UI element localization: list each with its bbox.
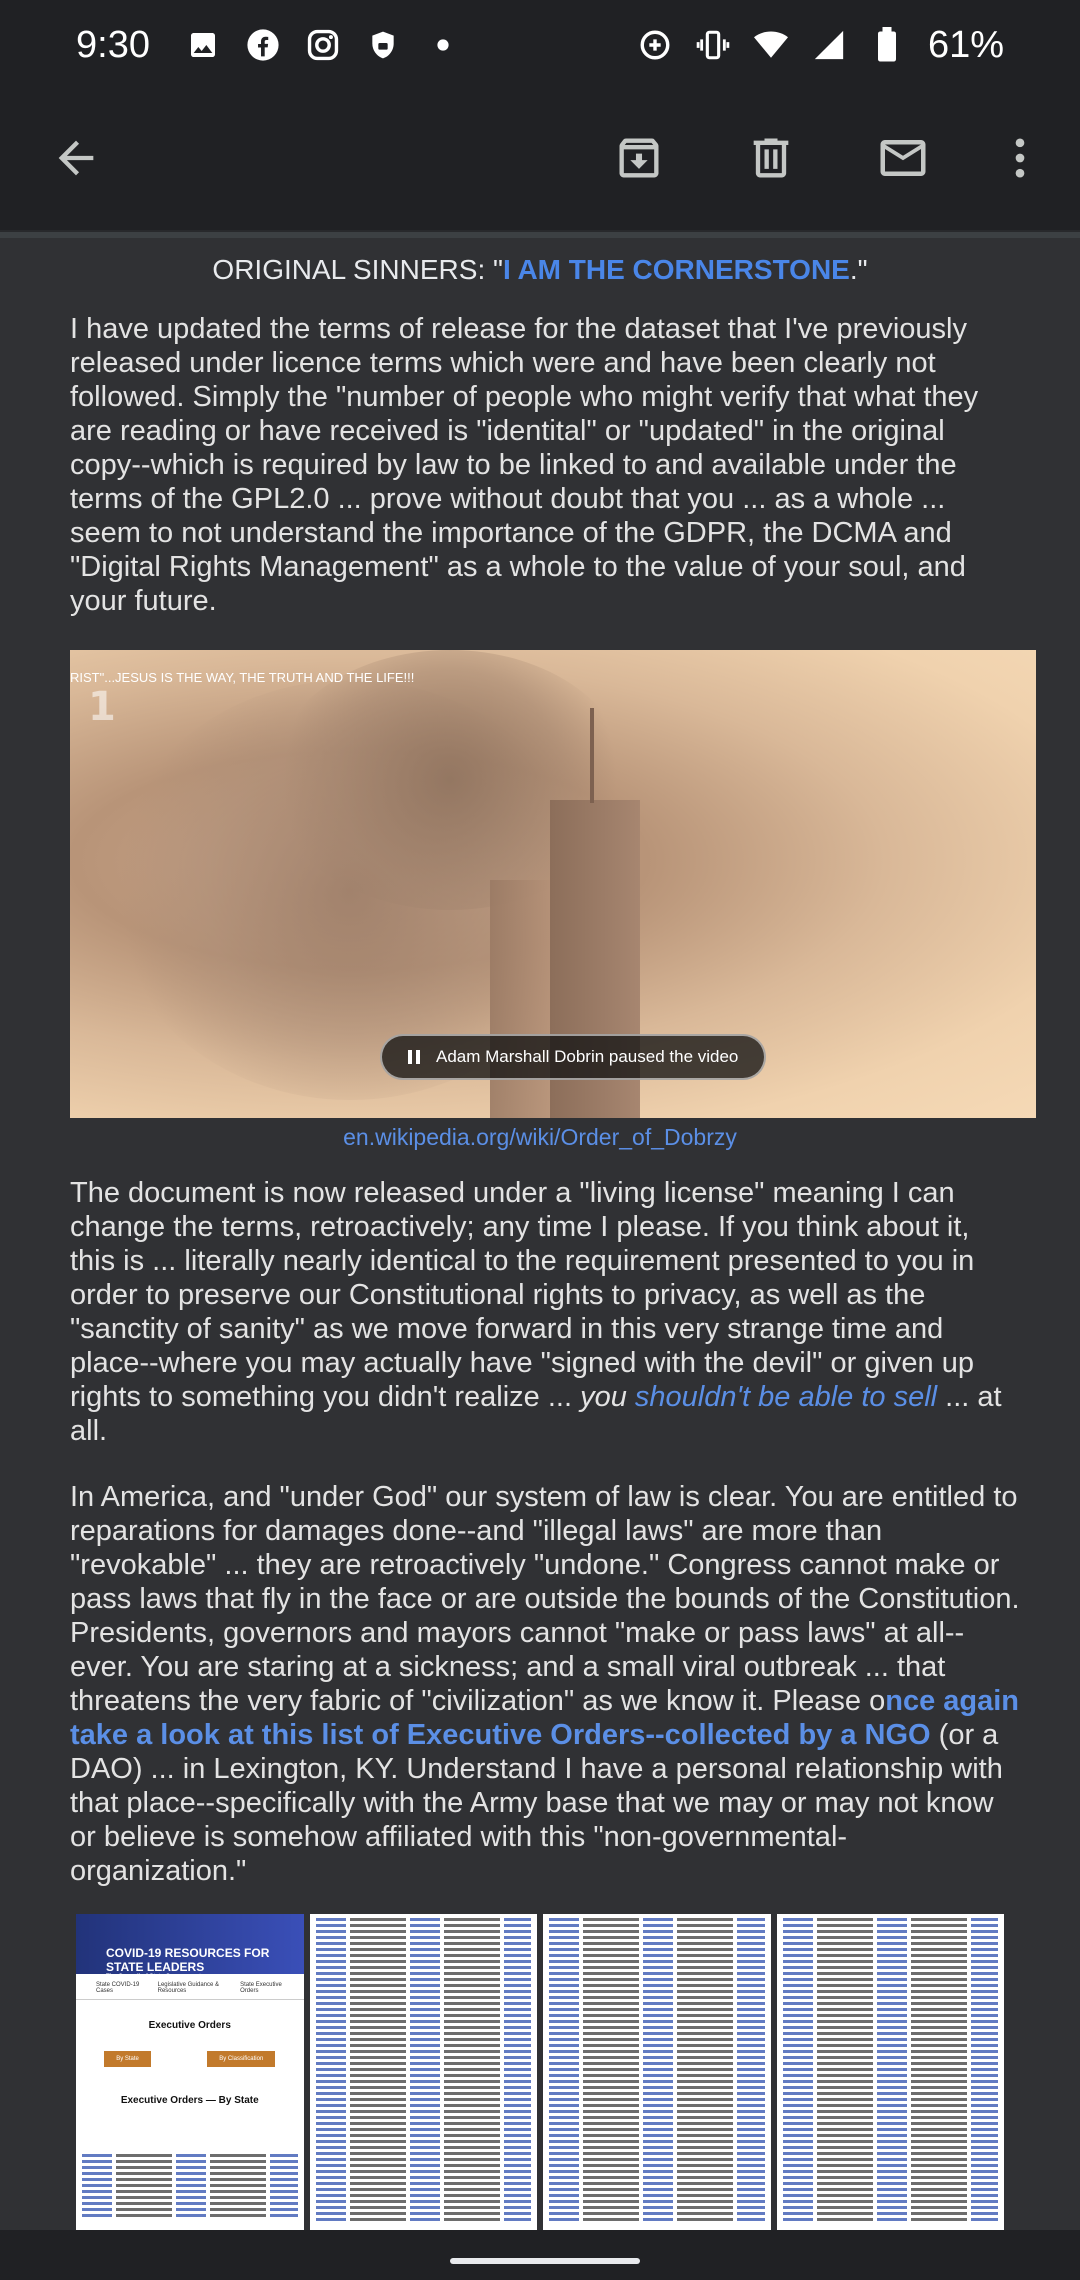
thumbnail-by-classification-button: By Classification [207,2051,276,2067]
thumbnail-nav-item: Legislative Guidance & Resources [157,1982,219,1994]
video-frame-antenna [590,708,594,803]
quote-line: ORIGINAL SINNERS: "I AM THE CORNERSTONE.… [0,254,1080,286]
thumbnail-text-lines [782,1918,998,2224]
thumbnail-order-list-1[interactable] [309,1914,537,2230]
thumbnail-by-state-button: By State [104,2051,151,2067]
paragraph-living-license: The document is now released under a "li… [70,1176,1020,1448]
video-paused-text: Adam Marshall Dobrin paused the video [436,1047,739,1066]
vibrate-icon [696,28,730,62]
thumbnail-text-lines [315,1918,531,2224]
image-icon [186,28,220,62]
pause-icon [408,1050,420,1064]
thumbnail-title: Executive Orders [148,2020,231,2031]
quote-highlight: I AM THE CORNERSTONE [502,254,850,285]
back-arrow-icon [50,132,102,189]
instagram-icon [306,28,340,62]
wikipedia-link[interactable]: en.wikipedia.org/wiki/Order_of_Dobrzy [0,1124,1080,1151]
status-time: 9:30 [76,23,150,66]
data-saver-icon [638,28,672,62]
app-bar [0,90,1080,230]
paragraph-license: I have updated the terms of release for … [70,313,979,617]
thumbnail-order-list-2[interactable] [543,1914,771,2230]
archive-button[interactable] [597,118,681,202]
dot-icon [426,28,460,62]
home-gesture-handle[interactable] [450,2258,640,2264]
thumbnail-header-title: COVID-19 RESOURCES FOR STATE LEADERS [106,1946,270,1974]
quote-prefix: ORIGINAL SINNERS: " [212,254,503,285]
wifi-icon [753,28,788,62]
status-bar: 9:30 61% [0,0,1080,90]
more-options-button[interactable] [978,118,1062,202]
back-button[interactable] [34,118,118,202]
email-body: ORIGINAL SINNERS: "I AM THE CORNERSTONE.… [0,238,1080,2230]
thumbnail-text-lines [82,2154,298,2220]
video-player[interactable]: RIST"...JESUS IS THE WAY, THE TRUTH AND … [70,650,1036,1118]
battery-percentage: 61% [927,23,1004,66]
more-vert-icon [994,132,1046,189]
vpn-lock-icon [366,28,400,62]
video-channel-logo: 1 [88,684,116,730]
para3-text-a: In America, and "under God" our system o… [70,1481,1020,1717]
thumbnail-header: COVID-19 RESOURCES FOR STATE LEADERS The… [76,1914,304,1980]
thumbnail-buttons: By State By Classification [76,2051,304,2067]
para2-emphasis: you [580,1381,627,1413]
mark-unread-icon [876,131,930,190]
delete-icon [745,132,797,189]
paragraph-america-law: In America, and "under God" our system o… [70,1480,1020,1888]
thumbnail-section-title: Executive Orders — By State [120,2095,259,2106]
shouldnt-sell-link[interactable]: shouldn't be able to sell [635,1381,937,1413]
thumbnail-text-lines [549,1918,765,2224]
archive-icon [613,132,665,189]
image-thumbnails: COVID-19 RESOURCES FOR STATE LEADERS The… [76,1914,1004,2230]
facebook-icon [246,28,280,62]
thumbnail-covid-resources[interactable]: COVID-19 RESOURCES FOR STATE LEADERS The… [76,1914,304,2230]
mark-unread-button[interactable] [861,118,945,202]
video-caption: RIST"...JESUS IS THE WAY, THE TRUTH AND … [70,670,415,685]
signal-icon [812,28,846,62]
quote-suffix: ." [849,254,868,285]
battery-icon [870,27,904,62]
thumbnail-nav-item: State Executive Orders [240,1982,282,1994]
delete-button[interactable] [729,118,813,202]
thumbnail-nav-item: State COVID-19 Cases [96,1982,140,1994]
para2-text-a: The document is now released under a "li… [70,1177,975,1413]
video-paused-indicator[interactable]: Adam Marshall Dobrin paused the video [380,1034,767,1080]
thumbnail-order-list-3[interactable] [776,1914,1004,2230]
system-nav-bar [0,2230,1080,2280]
